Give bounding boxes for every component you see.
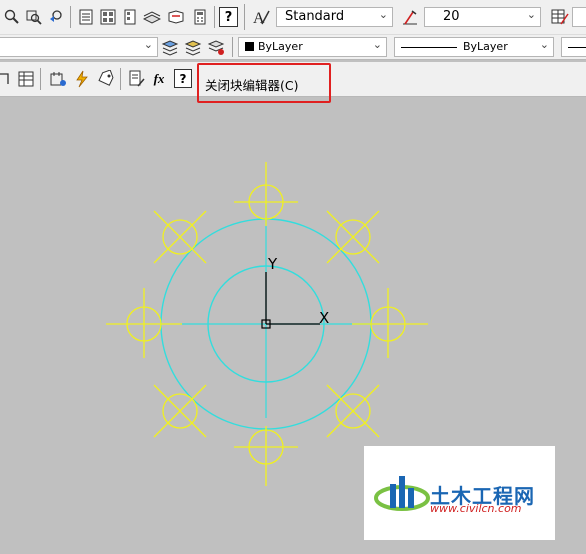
block-definition-icon[interactable] [0,69,14,89]
color-value: ByLayer [258,40,303,53]
toolbar-standard: ? A Standard ⌄ 20 ⌄ [0,0,586,35]
dimension-style-select[interactable]: 20 ⌄ [424,7,541,27]
zoom-window-icon[interactable] [24,7,44,27]
close-block-editor-label: 关闭块编辑器(C) [205,78,299,93]
separator [40,68,41,90]
linetype-value: ByLayer [463,40,508,53]
lineweight-preview [568,47,586,48]
table-style-icon[interactable] [550,7,570,27]
separator [244,4,245,30]
linetype-control-select[interactable]: ByLayer ⌄ [394,37,554,57]
watermark-logo-icon [374,476,430,511]
chevron-down-icon: ⌄ [539,38,549,51]
chevron-down-icon: ⌄ [143,38,153,51]
block-help-icon[interactable]: ? [174,69,192,88]
layer-previous-icon[interactable] [183,37,203,57]
design-center-icon[interactable] [98,7,118,27]
action-lightning-icon[interactable] [72,69,92,89]
text-style-icon[interactable]: A [251,7,271,27]
toolbar-layers-properties: ⌄ ByLayer ⌄ ByLayer ⌄ [0,34,586,60]
color-swatch [245,42,254,51]
linetype-preview [401,47,457,48]
tool-palettes-icon[interactable] [120,7,140,27]
sheet-set-icon[interactable] [142,7,162,27]
markup-set-icon[interactable] [166,7,186,27]
watermark: 土木工程网 www.civilcn.com [364,446,555,540]
separator [214,6,215,28]
ucs-icon: Y X [261,255,329,329]
layer-select[interactable]: ⌄ [0,37,158,57]
table-style-select[interactable] [572,7,586,27]
text-style-select[interactable]: Standard ⌄ [276,7,393,27]
tag-icon[interactable] [96,69,116,89]
quickcalc-icon[interactable] [190,7,210,27]
chevron-down-icon: ⌄ [372,38,382,51]
svg-text:A: A [253,10,265,26]
chevron-down-icon: ⌄ [526,8,536,21]
fx-icon[interactable]: fx [149,69,169,89]
watermark-url: www.civilcn.com [430,502,522,515]
color-control-select[interactable]: ByLayer ⌄ [238,37,387,57]
chevron-down-icon: ⌄ [378,8,388,21]
lineweight-control-select[interactable] [561,37,586,57]
make-current-layer-icon[interactable] [160,37,180,57]
zoom-realtime-icon[interactable] [2,7,22,27]
ucs-x-label: X [319,309,329,327]
attribute-definition-icon[interactable] [126,69,146,89]
attribute-table-icon[interactable] [16,69,36,89]
dimension-style-value: 20 [443,9,460,24]
separator [232,37,233,57]
zoom-previous-icon[interactable] [46,7,66,27]
ucs-y-label: Y [267,255,278,273]
help-icon[interactable]: ? [219,7,238,27]
properties-icon[interactable] [76,7,96,27]
separator [120,68,121,90]
parameter-icon[interactable] [48,69,68,89]
text-style-value: Standard [285,9,345,24]
separator [70,6,71,28]
dimension-style-icon[interactable] [400,7,420,27]
layer-states-icon[interactable] [206,37,226,57]
